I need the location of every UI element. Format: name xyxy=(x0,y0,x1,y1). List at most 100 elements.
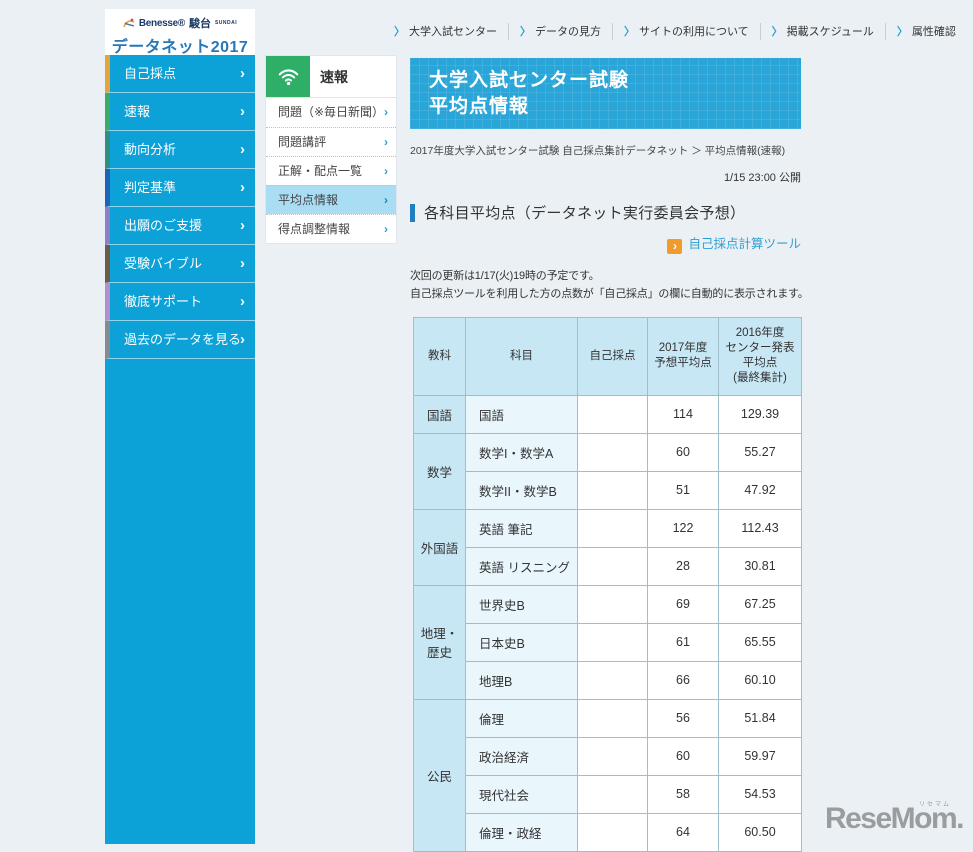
avg-2017-cell: 69 xyxy=(647,584,719,624)
submenu-item[interactable]: 得点調整情報 › xyxy=(266,214,396,243)
table-row: 外国語 英語 筆記 122 112.43 xyxy=(413,508,802,586)
table-row: 現代社会 58 54.53 xyxy=(414,774,802,814)
sidebar-item[interactable]: 過去のデータを見る › xyxy=(105,321,255,359)
self-score-cell xyxy=(577,812,648,852)
avg-2017-cell: 56 xyxy=(647,698,719,738)
title-accent-bar xyxy=(410,203,415,222)
avg-2017-cell: 58 xyxy=(647,774,719,814)
self-score-cell xyxy=(577,774,648,814)
sidebar-item[interactable]: 速報 › xyxy=(105,93,255,131)
top-nav-label: データの見方 xyxy=(535,26,601,38)
resemom-watermark: リセマム ReseMom. xyxy=(825,802,965,836)
subject-name-cell: 倫理 xyxy=(465,698,578,738)
sidebar-item[interactable]: 自己採点 › xyxy=(105,55,255,93)
chevron-right-icon: › xyxy=(240,141,245,158)
chevron-right-icon: 〉 xyxy=(394,26,405,38)
avg-2017-cell: 114 xyxy=(647,394,719,434)
section-title: 各科目平均点（データネット実行委員会予想） xyxy=(424,205,746,222)
self-score-cell xyxy=(577,394,648,434)
subject-name-cell: 数学II・数学B xyxy=(465,470,578,510)
sidebar-item[interactable]: 出願のご支援 › xyxy=(105,207,255,245)
section-title-row: 各科目平均点（データネット実行委員会予想） xyxy=(410,202,801,223)
site-logo[interactable]: Benesse® 駿台 SUNDAI データネット2017 xyxy=(105,9,255,56)
subject-name-cell: 倫理・政経 xyxy=(465,812,578,852)
self-score-cell xyxy=(577,432,648,472)
benesse-logo-icon xyxy=(123,18,135,28)
subject-name-cell: 現代社会 xyxy=(465,774,578,814)
chevron-right-icon: 〉 xyxy=(624,26,635,38)
self-score-cell xyxy=(577,508,648,548)
top-nav-link[interactable]: 〉掲載スケジュール xyxy=(761,23,885,39)
sidebar-item[interactable]: 判定基準 › xyxy=(105,169,255,207)
self-score-cell xyxy=(577,698,648,738)
subject-name-cell: 日本史B xyxy=(465,622,578,662)
table-row: 地理・歴史 世界史B 69 67.25 xyxy=(413,584,802,700)
submenu-item-label: 平均点情報 xyxy=(278,193,339,207)
avg-2016-cell: 30.81 xyxy=(718,546,802,586)
subject-name-cell: 英語 筆記 xyxy=(465,508,578,548)
submenu-item[interactable]: 問題（※毎日新聞） › xyxy=(266,98,396,127)
table-header-cell: 2017年度 予想平均点 xyxy=(647,316,719,396)
sidebar-item[interactable]: 受験バイブル › xyxy=(105,245,255,283)
chevron-right-icon: › xyxy=(384,193,388,207)
submenu-item[interactable]: 問題講評 › xyxy=(266,127,396,156)
top-nav: 〉大学入試センター〉データの見方〉サイトの利用について〉掲載スケジュール〉属性確… xyxy=(383,19,967,43)
tool-link-row: › 自己採点計算ツール xyxy=(410,233,801,254)
subject-name-cell: 英語 リスニング xyxy=(465,546,578,586)
top-nav-label: 属性確認 xyxy=(911,26,956,38)
avg-2016-cell: 51.84 xyxy=(718,698,802,738)
page-title-banner: 大学入試センター試験 平均点情報 xyxy=(410,58,801,129)
update-notes: 次回の更新は1/17(火)19時の予定です。 自己採点ツールを利用した方の点数が… xyxy=(410,267,809,303)
table-row: 公民 倫理 56 51.84 xyxy=(413,698,802,852)
table-row: 数学 数学I・数学A 60 55.27 xyxy=(413,432,802,510)
submenu-item-label: 得点調整情報 xyxy=(278,222,351,236)
table-row: 国語 国語 114 129.39 xyxy=(413,394,802,434)
benesse-brand: Benesse® xyxy=(138,17,185,29)
self-score-cell xyxy=(577,546,648,586)
sidebar-item-label: 動向分析 xyxy=(124,142,177,157)
sidebar-item[interactable]: 徹底サポート › xyxy=(105,283,255,321)
brand-row: Benesse® 駿台 SUNDAI xyxy=(105,9,255,31)
subject-group-cell: 地理・歴史 xyxy=(413,584,466,700)
avg-2016-cell: 129.39 xyxy=(718,394,802,434)
avg-2017-cell: 60 xyxy=(647,432,719,472)
table-header-cell: 自己採点 xyxy=(577,316,648,396)
table-row: 日本史B 61 65.55 xyxy=(414,622,802,662)
subject-name-cell: 数学I・数学A xyxy=(465,432,578,472)
submenu-item[interactable]: 正解・配点一覧 › xyxy=(266,156,396,185)
sidebar-item[interactable]: 動向分析 › xyxy=(105,131,255,169)
chevron-right-icon: › xyxy=(240,293,245,310)
top-nav-label: サイトの利用について xyxy=(639,26,749,38)
top-nav-link[interactable]: 〉サイトの利用について xyxy=(613,23,760,39)
top-nav-label: 掲載スケジュール xyxy=(786,26,874,38)
table-body: 国語 国語 114 129.39 数学 数学I・数学A 60 55.27 数学II・数学B 51 4… xyxy=(413,394,802,852)
chevron-right-icon: › xyxy=(384,222,388,236)
sidebar: 自己採点 › 速報 › 動向分析 › 判定基準 › 出願のご支援 › 受験バイブル › 徹底サポート › 過… xyxy=(105,55,255,844)
top-nav-link[interactable]: 〉大学入試センター xyxy=(383,23,508,39)
avg-2017-cell: 64 xyxy=(647,812,719,852)
subject-name-cell: 国語 xyxy=(465,394,578,434)
avg-2016-cell: 47.92 xyxy=(718,470,802,510)
top-nav-link[interactable]: 〉属性確認 xyxy=(886,23,967,39)
average-score-table: 教科 科目 自己採点 2017年度 予想平均点 2016年度 センター発表 平均点 (最… xyxy=(413,316,802,852)
subject-name-cell: 世界史B xyxy=(465,584,578,624)
chevron-right-icon: › xyxy=(240,255,245,272)
sidebar-item-label: 自己採点 xyxy=(124,66,177,81)
sidebar-item-label: 速報 xyxy=(124,104,151,119)
datanet-logo-title: データネット2017 xyxy=(111,39,249,56)
avg-2017-cell: 51 xyxy=(647,470,719,510)
table-header-cell: 教科 xyxy=(413,316,466,396)
avg-2016-cell: 112.43 xyxy=(718,508,802,548)
submenu-item[interactable]: 平均点情報 › xyxy=(266,185,396,214)
avg-2017-cell: 61 xyxy=(647,622,719,662)
table-row: 倫理・政経 64 60.50 xyxy=(414,812,802,852)
subject-name-cell: 政治経済 xyxy=(465,736,578,776)
chevron-right-icon: › xyxy=(240,179,245,196)
top-nav-link[interactable]: 〉データの見方 xyxy=(509,23,612,39)
self-scoring-tool-link[interactable]: 自己採点計算ツール xyxy=(688,237,801,251)
submenu-header: 速報 xyxy=(266,56,396,98)
page-title-line1: 大学入試センター試験 xyxy=(429,70,630,91)
chevron-right-icon: › xyxy=(384,135,388,149)
submenu-items: 問題（※毎日新聞） › 問題講評 › 正解・配点一覧 › 平均点情報 › 得点調整情報 › xyxy=(266,98,396,243)
subject-group-cell: 国語 xyxy=(413,394,466,434)
